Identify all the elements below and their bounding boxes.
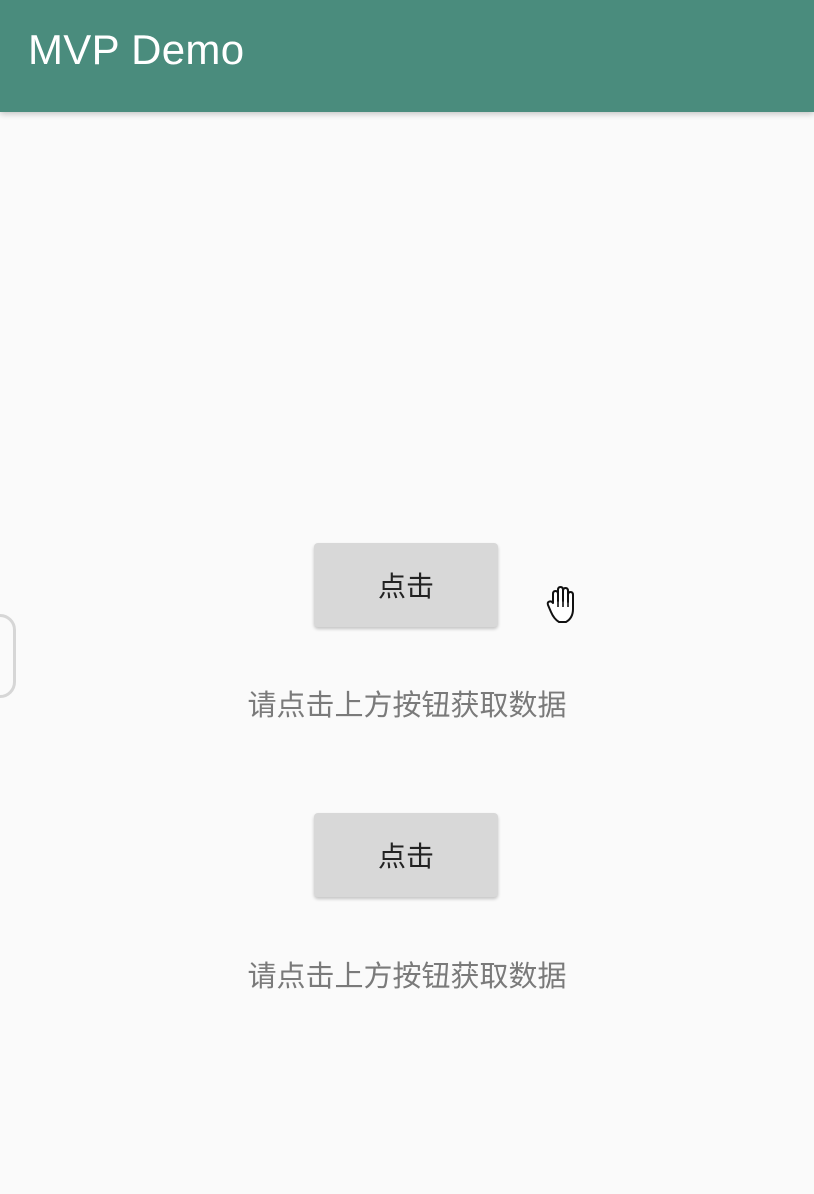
data-message-1: 请点击上方按钮获取数据 bbox=[247, 688, 567, 722]
app-window: MVP Demo 点击 请点击上方按钮获取数据 点击 请点击上方按钮获取数据 bbox=[0, 0, 814, 1194]
fetch-data-button-1[interactable]: 点击 bbox=[314, 543, 498, 627]
app-bar: MVP Demo bbox=[0, 0, 814, 112]
hand-cursor-icon bbox=[546, 586, 574, 623]
data-message-2: 请点击上方按钮获取数据 bbox=[247, 959, 567, 993]
app-title: MVP Demo bbox=[28, 26, 245, 73]
fetch-data-button-2[interactable]: 点击 bbox=[314, 813, 498, 897]
